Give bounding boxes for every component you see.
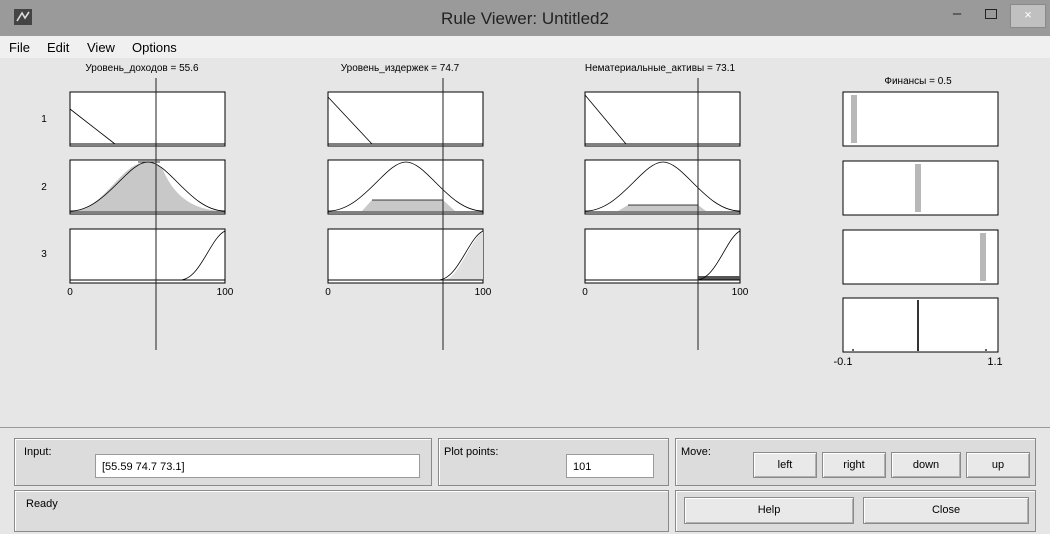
title-bar: Rule Viewer: Untitled2 – × — [0, 0, 1050, 36]
menu-bar: File Edit View Options — [0, 36, 1050, 58]
status-group: Ready — [14, 490, 669, 532]
input1-tick-min: 0 — [67, 287, 73, 298]
input2-header: Уровень_издержек = 74.7 — [341, 63, 460, 74]
input3-tick-min: 0 — [582, 287, 588, 298]
input1-tick-max: 100 — [217, 287, 234, 298]
window-title: Rule Viewer: Untitled2 — [441, 9, 609, 28]
close-window-button[interactable]: × — [1010, 4, 1046, 28]
input3-header: Нематериальные_активы = 73.1 — [585, 63, 736, 74]
maximize-icon — [985, 9, 997, 19]
menu-options[interactable]: Options — [132, 40, 177, 55]
menu-view[interactable]: View — [87, 40, 115, 55]
input3-rule1-plot — [584, 91, 741, 147]
output-tick-min: -0.1 — [834, 356, 853, 368]
output-header: Финансы = 0.5 — [884, 76, 952, 87]
input2-tick-max: 100 — [475, 287, 492, 298]
move-down-button[interactable]: down — [891, 452, 961, 478]
menu-edit[interactable]: Edit — [47, 40, 69, 55]
input2-rule1-plot — [327, 91, 484, 147]
input-group: Input: [55.59 74.7 73.1] — [14, 438, 432, 486]
minimize-button[interactable]: – — [942, 4, 972, 26]
input2-rule2-plot — [327, 159, 484, 215]
output-rule2-plot — [842, 160, 999, 216]
input1-rule1-plot — [69, 91, 226, 147]
close-button[interactable]: Close — [863, 497, 1029, 524]
menu-file[interactable]: File — [9, 40, 30, 55]
rule-number[interactable]: 2 — [41, 182, 47, 193]
help-button[interactable]: Help — [684, 497, 854, 524]
rule-plots: Уровень_доходов = 55.6 Уровень_издержек … — [41, 63, 1002, 368]
move-right-button[interactable]: right — [822, 452, 886, 478]
input3-rule2-plot — [584, 159, 741, 215]
input3-tick-max: 100 — [732, 287, 749, 298]
plot-points-field[interactable]: 101 — [566, 454, 654, 478]
input1-header: Уровень_доходов = 55.6 — [85, 63, 199, 74]
output-rule1-plot — [842, 91, 999, 147]
panel-separator — [0, 427, 1050, 428]
input-vector-field[interactable]: [55.59 74.7 73.1] — [95, 454, 420, 478]
move-group: Move: left right down up — [675, 438, 1036, 486]
input1-rule2-plot — [69, 159, 226, 215]
input2-tick-min: 0 — [325, 287, 331, 298]
output-rule3-plot — [842, 229, 999, 285]
input2-rule3-plot — [327, 228, 484, 284]
plot-points-label: Plot points: — [444, 446, 499, 458]
move-up-button[interactable]: up — [966, 452, 1030, 478]
rule-number[interactable]: 1 — [41, 114, 47, 125]
maximize-button[interactable] — [976, 4, 1006, 26]
input-label: Input: — [24, 446, 52, 458]
move-left-button[interactable]: left — [753, 452, 817, 478]
status-text: Ready — [26, 498, 58, 510]
dialog-buttons-group: Help Close — [675, 490, 1036, 532]
rule-number[interactable]: 3 — [41, 249, 47, 260]
plot-points-group: Plot points: 101 — [438, 438, 669, 486]
input3-rule3-plot — [584, 228, 741, 284]
output-tick-max: 1.1 — [987, 356, 1002, 368]
input1-rule3-plot — [69, 228, 226, 284]
output-aggregate-plot — [842, 297, 999, 353]
move-label: Move: — [681, 446, 711, 458]
